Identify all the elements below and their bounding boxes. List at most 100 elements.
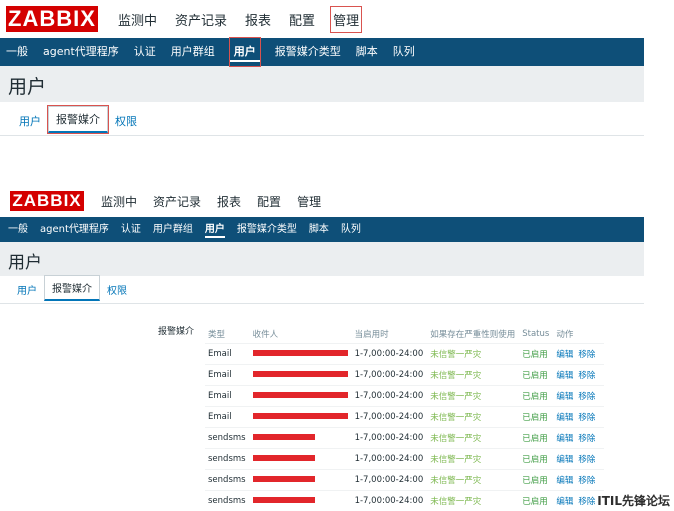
remove-link[interactable]: 移除 <box>578 455 595 465</box>
cell-type: sendsms <box>208 453 246 464</box>
top-menu: 监测中 资产记录 报表 配置 管理 <box>116 5 375 33</box>
col-send-to: 收件人 <box>252 330 279 341</box>
cell-status[interactable]: 已启用 <box>519 469 553 490</box>
subnav-user-groups[interactable]: 用户群组 <box>153 217 193 242</box>
cell-status[interactable]: 已启用 <box>519 448 553 469</box>
cell-actions: 编辑 移除 <box>553 343 604 364</box>
menu-reports[interactable]: 报表 <box>243 7 273 32</box>
screenshot-panel-top: ZABBIX 监测中 资产记录 报表 配置 管理 一般 agent代理程序 认证… <box>0 0 644 160</box>
watermark: ITIL先锋论坛 <box>597 494 670 508</box>
cell-status[interactable]: 已启用 <box>519 343 553 364</box>
cell-type: Email <box>208 390 232 401</box>
cell-send-to <box>250 406 352 427</box>
remove-link[interactable]: 移除 <box>578 497 595 507</box>
media-content: 报警媒介 类型 收件人 当启用时 如果存在严重性则使用 Status 动作 Em… <box>0 314 644 511</box>
menu-configuration[interactable]: 配置 <box>287 7 317 32</box>
cell-status[interactable]: 已启用 <box>519 406 553 427</box>
remove-link[interactable]: 移除 <box>578 434 595 444</box>
redacted-recipient <box>252 476 315 482</box>
redacted-recipient <box>252 350 348 356</box>
media-label: 报警媒介 <box>158 327 195 337</box>
remove-link[interactable]: 移除 <box>578 413 595 423</box>
tab-user[interactable]: 用户 <box>10 278 44 301</box>
tab-bar: 用户 报警媒介 权限 <box>0 102 644 136</box>
cell-status[interactable]: 已启用 <box>519 385 553 406</box>
cell-status[interactable]: 已启用 <box>519 490 553 511</box>
col-type: 类型 <box>208 330 226 341</box>
col-status: Status <box>522 329 550 340</box>
cell-severity: 未信警一严灾 <box>430 433 482 444</box>
cell-actions: 编辑 移除 <box>553 469 604 490</box>
subnav-queue[interactable]: 队列 <box>341 217 361 242</box>
remove-link[interactable]: 移除 <box>578 392 595 402</box>
cell-status[interactable]: 已启用 <box>519 427 553 448</box>
remove-link[interactable]: 移除 <box>578 476 595 486</box>
cell-severity: 未信警一严灾 <box>430 475 482 486</box>
media-table-body: Email 1-7,00:00-24:00 未信警一严灾 已启用 编辑 移除 Email 1-… <box>205 343 605 511</box>
tab-user[interactable]: 用户 <box>12 109 48 133</box>
edit-link[interactable]: 编辑 <box>556 413 573 423</box>
edit-link[interactable]: 编辑 <box>556 434 573 444</box>
sub-nav: 一般 agent代理程序 认证 用户群组 用户 报警媒介类型 脚本 队列 <box>0 217 644 242</box>
cell-period: 1-7,00:00-24:00 <box>354 432 424 443</box>
subnav-scripts[interactable]: 脚本 <box>309 217 329 242</box>
subnav-agent-proxies[interactable]: agent代理程序 <box>43 38 119 66</box>
menu-inventory[interactable]: 资产记录 <box>152 191 202 212</box>
cell-severity: 未信警一严灾 <box>430 454 482 465</box>
subnav-agent-proxies[interactable]: agent代理程序 <box>40 217 109 242</box>
zabbix-logo: ZABBIX <box>10 191 84 211</box>
tab-media[interactable]: 报警媒介 <box>44 275 100 301</box>
subnav-general[interactable]: 一般 <box>8 217 28 242</box>
subnav-users[interactable]: 用户 <box>228 37 261 67</box>
edit-link[interactable]: 编辑 <box>556 455 573 465</box>
top-bar: ZABBIX 监测中 资产记录 报表 配置 管理 <box>0 185 644 217</box>
page-title: 用户 <box>0 242 644 276</box>
tab-media[interactable]: 报警媒介 <box>47 105 109 134</box>
subnav-authentication[interactable]: 认证 <box>134 38 156 66</box>
menu-reports[interactable]: 报表 <box>216 191 242 212</box>
remove-link[interactable]: 移除 <box>578 371 595 381</box>
subnav-authentication[interactable]: 认证 <box>121 217 141 242</box>
subnav-general[interactable]: 一般 <box>6 38 28 66</box>
tab-permissions[interactable]: 权限 <box>100 278 134 301</box>
cell-type: Email <box>208 411 232 422</box>
cell-actions: 编辑 移除 <box>553 406 604 427</box>
screenshot-panel-bottom: ZABBIX 监测中 资产记录 报表 配置 管理 一般 agent代理程序 认证… <box>0 185 644 511</box>
edit-link[interactable]: 编辑 <box>556 371 573 381</box>
subnav-media-types[interactable]: 报警媒介类型 <box>275 38 341 66</box>
redacted-recipient <box>252 434 315 440</box>
subnav-queue[interactable]: 队列 <box>393 38 415 66</box>
cell-send-to <box>250 469 352 490</box>
cell-severity: 未信警一严灾 <box>430 370 482 381</box>
sub-nav: 一般 agent代理程序 认证 用户群组 用户 报警媒介类型 脚本 队列 <box>0 37 644 67</box>
redacted-recipient <box>252 497 315 503</box>
cell-severity: 未信警一严灾 <box>430 391 482 402</box>
menu-administration[interactable]: 管理 <box>330 5 363 33</box>
menu-monitoring[interactable]: 监测中 <box>116 7 159 32</box>
subnav-user-groups[interactable]: 用户群组 <box>171 38 215 66</box>
subnav-users[interactable]: 用户 <box>204 217 225 242</box>
cell-period: 1-7,00:00-24:00 <box>354 369 424 380</box>
edit-link[interactable]: 编辑 <box>556 476 573 486</box>
menu-administration[interactable]: 管理 <box>296 191 322 212</box>
menu-monitoring[interactable]: 监测中 <box>100 191 138 212</box>
tab-permissions[interactable]: 权限 <box>108 109 144 133</box>
top-menu: 监测中 资产记录 报表 配置 管理 <box>100 191 336 212</box>
zabbix-logo: ZABBIX <box>6 6 98 32</box>
subnav-scripts[interactable]: 脚本 <box>356 38 378 66</box>
table-row: Email 1-7,00:00-24:00 未信警一严灾 已启用 编辑 移除 <box>205 364 605 385</box>
cell-send-to <box>250 448 352 469</box>
top-bar: ZABBIX 监测中 资产记录 报表 配置 管理 <box>0 0 644 38</box>
table-row: sendsms 1-7,00:00-24:00 未信警一严灾 已启用 编辑 移除 <box>205 469 605 490</box>
edit-link[interactable]: 编辑 <box>556 350 573 360</box>
edit-link[interactable]: 编辑 <box>556 497 573 507</box>
menu-configuration[interactable]: 配置 <box>256 191 282 212</box>
cell-period: 1-7,00:00-24:00 <box>354 495 424 506</box>
subnav-media-types[interactable]: 报警媒介类型 <box>237 217 297 242</box>
cell-status[interactable]: 已启用 <box>519 364 553 385</box>
remove-link[interactable]: 移除 <box>578 350 595 360</box>
edit-link[interactable]: 编辑 <box>556 392 573 402</box>
cell-period: 1-7,00:00-24:00 <box>354 390 424 401</box>
table-header-row: 类型 收件人 当启用时 如果存在严重性则使用 Status 动作 <box>205 326 605 343</box>
menu-inventory[interactable]: 资产记录 <box>173 7 229 32</box>
